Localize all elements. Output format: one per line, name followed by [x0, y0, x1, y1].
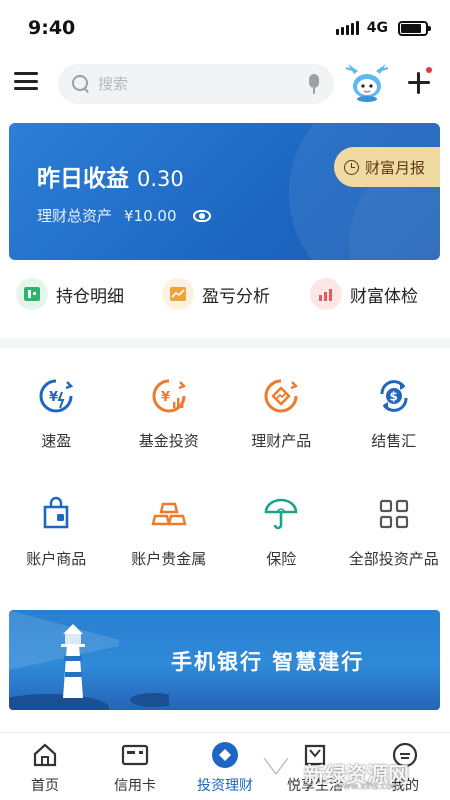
eye-icon[interactable]	[192, 209, 211, 222]
search-icon	[72, 75, 90, 93]
total-assets-label: 理财总资产	[37, 207, 113, 225]
grid-item-label: 全部投资产品	[348, 550, 439, 568]
yield-value: 0.30	[137, 167, 184, 191]
grid-row: 账户商品 账户贵金属 保险 全部投资产品	[0, 494, 450, 612]
quick-profit-icon: ¥	[36, 376, 76, 416]
quick-action-holdings[interactable]: 持仓明细	[16, 278, 124, 310]
watermark-url: www.xlhs.com	[336, 782, 401, 792]
grid-item-label: 结售汇	[371, 432, 417, 450]
wallet-icon	[16, 278, 48, 310]
umbrella-icon	[261, 494, 301, 534]
nav-item-home[interactable]: 首页	[0, 733, 90, 800]
home-icon	[31, 741, 59, 769]
status-bar: 9:40 4G	[0, 0, 450, 56]
invest-icon	[211, 741, 239, 769]
bar-chart-icon	[310, 278, 342, 310]
credit-card-icon	[121, 741, 149, 769]
top-bar	[0, 62, 450, 104]
search-input[interactable]	[98, 75, 308, 93]
signal-icon	[335, 21, 359, 35]
grid-item-account-goods[interactable]: 账户商品	[0, 494, 113, 612]
gold-bars-icon	[149, 494, 189, 534]
nav-item-credit-card[interactable]: 信用卡	[90, 733, 180, 800]
grid-item-label: 账户商品	[26, 550, 87, 568]
grid-item-precious-metal[interactable]: 账户贵金属	[113, 494, 226, 612]
grid-item-finance-product[interactable]: 理财产品	[225, 376, 338, 494]
promo-banner[interactable]: 手机银行 智慧建行	[9, 610, 440, 710]
status-indicators: 4G	[335, 20, 431, 36]
exchange-icon: $	[374, 376, 414, 416]
quick-action-health[interactable]: 财富体检	[310, 278, 418, 310]
grid-row: ¥ 速盈 ¥ 基金投资 理财产品 $ 结售汇	[0, 376, 450, 494]
svg-text:¥: ¥	[49, 390, 58, 405]
search-bar[interactable]	[58, 64, 334, 104]
mascot-avatar-icon[interactable]	[344, 62, 390, 102]
grid-item-fund[interactable]: ¥ 基金投资	[113, 376, 226, 494]
grid-item-all-products[interactable]: 全部投资产品	[338, 494, 450, 612]
add-icon[interactable]	[406, 70, 432, 96]
grid-item-label: 账户贵金属	[131, 550, 207, 568]
all-products-icon	[374, 494, 414, 534]
product-grid: ¥ 速盈 ¥ 基金投资 理财产品 $ 结售汇 账户商品 账户贵金属 保险 全部投…	[0, 376, 450, 612]
grid-item-quick-profit[interactable]: ¥ 速盈	[0, 376, 113, 494]
quick-action-label: 持仓明细	[56, 286, 124, 307]
microphone-icon[interactable]	[308, 74, 320, 94]
grid-item-label: 保险	[266, 550, 297, 568]
battery-icon	[398, 20, 431, 36]
nav-label: 首页	[31, 778, 59, 794]
grid-item-exchange[interactable]: $ 结售汇	[338, 376, 450, 494]
notification-dot	[426, 67, 432, 73]
asset-card[interactable]: 昨日收益 0.30 理财总资产 ¥10.00 财富月报	[9, 123, 440, 260]
nav-label: 信用卡	[114, 778, 156, 794]
chart-icon	[162, 278, 194, 310]
section-divider	[0, 338, 450, 348]
svg-text:¥: ¥	[161, 390, 170, 405]
grid-item-label: 速盈	[41, 432, 72, 450]
bag-icon	[36, 494, 76, 534]
finance-product-icon	[261, 376, 301, 416]
network-type: 4G	[366, 20, 388, 36]
quick-action-label: 财富体检	[350, 286, 418, 307]
svg-text:$: $	[389, 390, 397, 404]
quick-action-pnl[interactable]: 盈亏分析	[162, 278, 270, 310]
quick-action-label: 盈亏分析	[202, 286, 270, 307]
total-assets: 理财总资产 ¥10.00	[37, 205, 211, 226]
fund-icon: ¥	[149, 376, 189, 416]
lighthouse-icon	[9, 610, 169, 710]
monthly-report-label: 财富月报	[365, 158, 426, 177]
nav-label: 投资理财	[197, 778, 253, 794]
monthly-report-button[interactable]: 财富月报	[334, 147, 440, 187]
grid-item-insurance[interactable]: 保险	[225, 494, 338, 612]
grid-item-label: 基金投资	[138, 432, 199, 450]
yesterday-yield: 昨日收益 0.30	[37, 159, 184, 193]
clock-icon	[344, 159, 359, 175]
total-assets-value: ¥10.00	[124, 206, 177, 225]
menu-icon[interactable]	[14, 70, 38, 92]
watermark: 新绿资源网 www.xlhs.com	[250, 748, 450, 800]
grid-item-label: 理财产品	[251, 432, 312, 450]
watermark-logo-icon	[256, 756, 296, 794]
yield-label: 昨日收益	[37, 166, 129, 192]
banner-text: 手机银行 智慧建行	[171, 650, 365, 674]
quick-actions: 持仓明细 盈亏分析 财富体检	[0, 278, 450, 318]
status-time: 9:40	[28, 17, 76, 39]
